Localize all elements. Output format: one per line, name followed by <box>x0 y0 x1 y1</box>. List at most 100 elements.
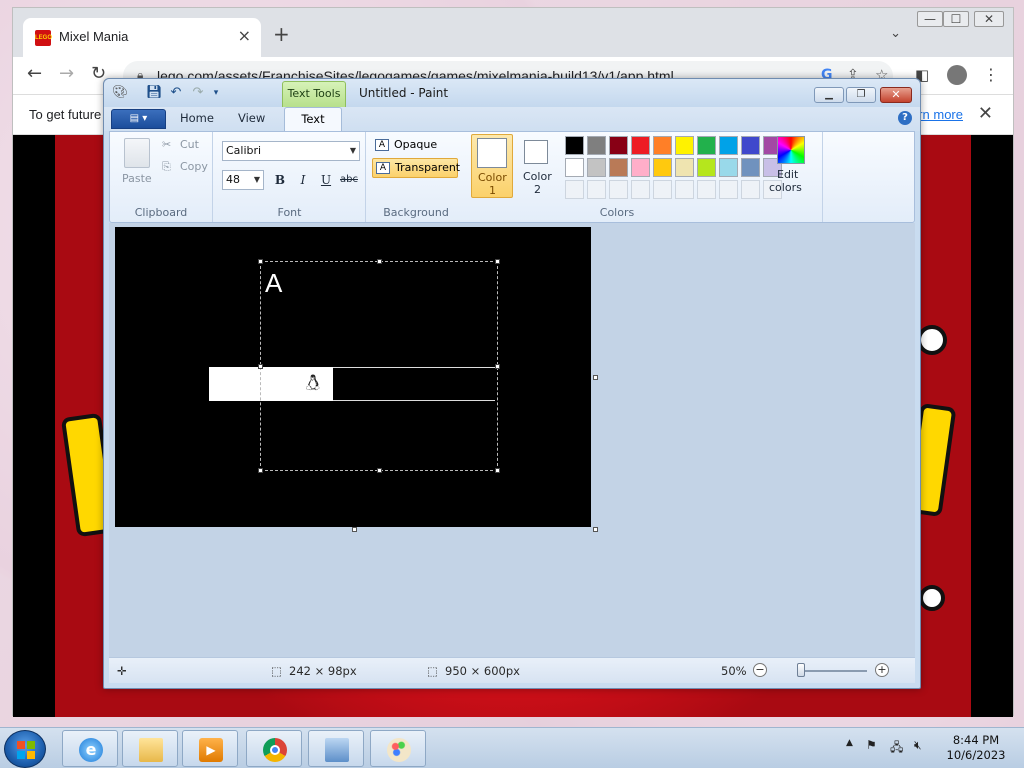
learn-more-link[interactable]: rn more <box>918 107 963 122</box>
quick-access-dropdown-icon[interactable]: ▾ <box>208 85 224 101</box>
copy-button[interactable]: Copy <box>180 160 208 173</box>
color-swatch[interactable] <box>609 136 628 155</box>
selection-handle[interactable] <box>258 468 263 473</box>
color-swatch[interactable] <box>675 158 694 177</box>
selection-handle[interactable] <box>258 364 263 369</box>
color-swatch[interactable] <box>609 180 628 199</box>
color-swatch[interactable] <box>741 158 760 177</box>
paint-maximize-button[interactable]: ❐ <box>846 87 876 103</box>
color-swatch[interactable] <box>587 158 606 177</box>
network-icon[interactable]: 🖧︎ <box>890 738 903 759</box>
italic-button[interactable]: I <box>293 170 313 190</box>
color-swatch[interactable] <box>697 180 716 199</box>
paint-menu-button[interactable]: ▤ ▾ <box>111 109 166 129</box>
forward-icon[interactable]: → <box>59 63 74 84</box>
system-clock[interactable]: 8:44 PM 10/6/2023 <box>944 733 1008 763</box>
file-explorer-taskbar-button[interactable] <box>122 730 178 767</box>
menu-kebab-icon[interactable]: ⋮ <box>983 65 999 84</box>
color-swatch[interactable] <box>741 136 760 155</box>
chrome-taskbar-button[interactable] <box>246 730 302 767</box>
tab-home[interactable]: Home <box>180 111 214 125</box>
minimize-button[interactable]: — <box>917 11 943 27</box>
maximize-button[interactable]: ☐ <box>943 11 969 27</box>
canvas-resize-handle-right[interactable] <box>593 375 598 380</box>
back-icon[interactable]: ← <box>27 63 42 84</box>
copy-icon[interactable]: ⎘ <box>162 160 171 174</box>
cut-button[interactable]: Cut <box>180 138 199 151</box>
transparent-button[interactable]: A Transparent <box>372 158 460 178</box>
paste-icon[interactable] <box>124 138 150 168</box>
color-swatch[interactable] <box>631 158 650 177</box>
paint-close-button[interactable]: ✕ <box>880 87 912 103</box>
selection-handle[interactable] <box>258 259 263 264</box>
color-swatch[interactable] <box>631 180 650 199</box>
zoom-out-button[interactable]: − <box>753 663 767 677</box>
cut-icon[interactable]: ✂ <box>162 138 171 151</box>
underline-button[interactable]: U <box>316 170 336 190</box>
control-panel-taskbar-button[interactable] <box>308 730 364 767</box>
color2-button[interactable]: Color 2 <box>517 134 559 198</box>
edit-colors-label[interactable]: Edit <box>777 168 798 181</box>
selection-handle[interactable] <box>495 364 500 369</box>
save-icon[interactable]: 💾︎ <box>146 85 163 101</box>
new-tab-button[interactable]: + <box>273 22 290 46</box>
bold-button[interactable]: B <box>270 170 290 190</box>
color-swatch[interactable] <box>719 180 738 199</box>
zoom-slider-thumb[interactable] <box>797 663 805 677</box>
tab-text[interactable]: Text <box>284 107 342 132</box>
edit-colors-label-2[interactable]: colors <box>769 181 802 194</box>
color-swatch[interactable] <box>565 136 584 155</box>
undo-icon[interactable]: ↶ <box>168 85 184 101</box>
color-swatch[interactable] <box>697 136 716 155</box>
selection-handle[interactable] <box>495 259 500 264</box>
tab-view[interactable]: View <box>238 111 265 125</box>
opaque-button[interactable]: A Opaque <box>372 136 456 156</box>
color-swatch[interactable] <box>697 158 716 177</box>
media-player-taskbar-button[interactable]: ▶ <box>182 730 238 767</box>
color-swatch[interactable] <box>653 180 672 199</box>
start-button[interactable] <box>4 730 46 768</box>
color-swatch[interactable] <box>675 136 694 155</box>
canvas-resize-handle-corner[interactable] <box>593 527 598 532</box>
selection-handle[interactable] <box>495 468 500 473</box>
tab-close-icon[interactable]: × <box>238 26 251 45</box>
close-button[interactable]: ✕ <box>974 11 1004 27</box>
color-swatch[interactable] <box>675 180 694 199</box>
paste-button[interactable]: Paste <box>122 172 152 185</box>
selection-handle[interactable] <box>377 259 382 264</box>
internet-explorer-taskbar-button[interactable]: e <box>62 730 118 767</box>
show-hidden-icons[interactable]: ▲ <box>846 738 853 748</box>
color-swatch[interactable] <box>741 180 760 199</box>
font-family-select[interactable]: Calibri ▼ <box>222 141 360 161</box>
canvas-resize-handle-bottom[interactable] <box>352 527 357 532</box>
help-icon[interactable]: ? <box>898 111 912 125</box>
info-bar-close-icon[interactable]: ✕ <box>978 103 993 124</box>
color-swatch[interactable] <box>565 180 584 199</box>
action-center-icon[interactable]: ⚑ <box>866 738 877 752</box>
color-swatch[interactable] <box>609 158 628 177</box>
color-swatch[interactable] <box>587 180 606 199</box>
edit-colors-icon[interactable] <box>777 136 805 164</box>
color-swatch[interactable] <box>719 136 738 155</box>
paint-minimize-button[interactable]: ▁ <box>814 87 844 103</box>
paint-taskbar-button[interactable] <box>370 730 426 767</box>
browser-tab[interactable]: LEGO Mixel Mania × <box>23 18 261 57</box>
color-swatch[interactable] <box>653 136 672 155</box>
zoom-in-button[interactable]: + <box>875 663 889 677</box>
zoom-slider-track[interactable] <box>797 670 867 672</box>
color1-button[interactable]: Color 1 <box>471 134 513 198</box>
color-swatch[interactable] <box>653 158 672 177</box>
profile-avatar[interactable] <box>947 65 967 85</box>
tab-search-chevron-icon[interactable]: ⌄ <box>890 26 901 41</box>
font-size-select[interactable]: 48 ▼ <box>222 170 264 190</box>
drawing-canvas[interactable]: 🐧︎ A <box>115 227 591 527</box>
strikethrough-button[interactable]: abc <box>339 170 359 190</box>
color-swatch[interactable] <box>631 136 650 155</box>
paint-app-icon[interactable]: 🎨︎ <box>112 85 129 101</box>
text-selection-box[interactable]: A <box>258 259 500 473</box>
color-swatch[interactable] <box>587 136 606 155</box>
volume-icon[interactable]: 🔇︎ <box>914 738 922 753</box>
selection-handle[interactable] <box>377 468 382 473</box>
redo-icon[interactable]: ↷ <box>190 85 206 101</box>
color-swatch[interactable] <box>565 158 584 177</box>
